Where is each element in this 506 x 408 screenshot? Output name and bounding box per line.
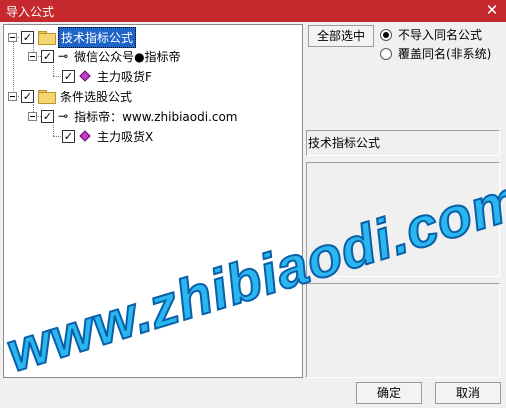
folder-icon	[38, 90, 56, 104]
category-info-box: 技术指标公式	[306, 130, 500, 156]
tree-node-label[interactable]: 技术指标公式	[58, 26, 137, 48]
tree-connector	[53, 65, 54, 76]
formula-tree[interactable]: ✓ 技术指标公式 ✓ ⊸ 微信公众号●指标帝 ✓ 主力吸货F ✓ 条件选股公式 …	[3, 24, 303, 378]
tree-node-stock-screen-formulas[interactable]: ✓ 条件选股公式	[8, 87, 134, 105]
formula-detail-box	[306, 283, 500, 378]
close-icon[interactable]: ✕	[484, 1, 500, 19]
checkbox[interactable]: ✓	[21, 30, 34, 44]
collapse-icon[interactable]	[28, 51, 37, 61]
tree-node-wechat-account[interactable]: ✓ ⊸ 微信公众号●指标帝	[28, 47, 183, 65]
tree-node-formula-f[interactable]: ✓ 主力吸货F	[62, 67, 154, 85]
cancel-button[interactable]: 取消	[435, 382, 501, 404]
checkbox[interactable]: ✓	[62, 69, 75, 83]
formula-icon	[79, 70, 91, 82]
radio-unselected-icon[interactable]	[380, 47, 392, 60]
checkbox[interactable]: ✓	[41, 49, 54, 63]
radio-overwrite-duplicates[interactable]: 覆盖同名(非系统)	[380, 45, 491, 62]
tree-node-label[interactable]: 微信公众号●指标帝	[72, 47, 182, 66]
key-icon: ⊸	[58, 109, 69, 123]
tree-connector	[53, 125, 54, 136]
formula-description-box	[306, 162, 500, 277]
radio-skip-duplicates[interactable]: 不导入同名公式	[380, 26, 482, 43]
tree-node-label[interactable]: 条件选股公式	[58, 87, 134, 106]
checkbox[interactable]: ✓	[41, 109, 54, 123]
tree-node-label[interactable]: 主力吸货X	[95, 127, 155, 146]
formula-icon	[79, 130, 91, 142]
radio-label: 不导入同名公式	[398, 28, 483, 42]
collapse-icon[interactable]	[8, 32, 17, 42]
tree-node-label[interactable]: 主力吸货F	[95, 67, 154, 86]
select-all-button[interactable]: 全部选中	[308, 25, 374, 47]
category-label: 技术指标公式	[308, 136, 381, 150]
tree-node-formula-x[interactable]: ✓ 主力吸货X	[62, 127, 155, 145]
folder-icon	[38, 31, 56, 45]
collapse-icon[interactable]	[28, 111, 37, 121]
title-bar: 导入公式 ✕	[0, 0, 506, 22]
collapse-icon[interactable]	[8, 91, 17, 101]
tree-node-zhibiaodi-site[interactable]: ✓ ⊸ 指标帝：www.zhibiaodi.com	[28, 107, 240, 125]
tree-node-tech-formulas[interactable]: ✓ 技术指标公式	[8, 26, 137, 48]
ok-button[interactable]: 确定	[356, 382, 422, 404]
key-icon: ⊸	[58, 49, 69, 63]
checkbox[interactable]: ✓	[21, 89, 34, 103]
tree-node-label[interactable]: 指标帝：www.zhibiaodi.com	[72, 107, 239, 126]
radio-selected-icon[interactable]	[380, 28, 392, 41]
checkbox[interactable]: ✓	[62, 129, 75, 143]
radio-label: 覆盖同名(非系统)	[398, 47, 492, 61]
window-title: 导入公式	[6, 5, 55, 19]
